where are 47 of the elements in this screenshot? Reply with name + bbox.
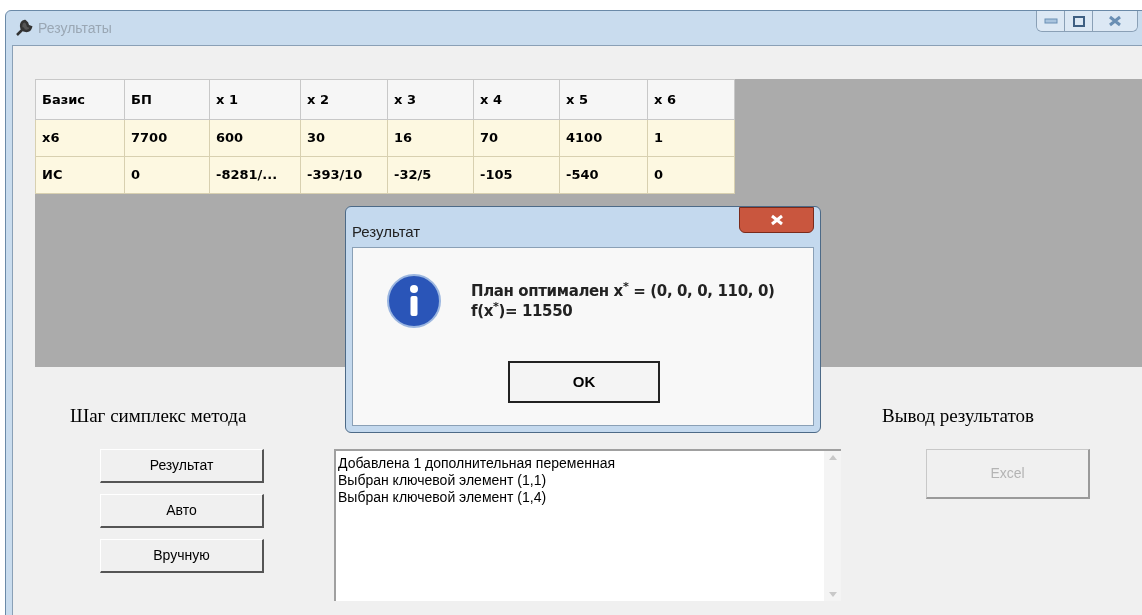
table-cell: 70 bbox=[473, 119, 560, 157]
action-button[interactable]: Авто bbox=[100, 494, 264, 528]
table-cell: 1 bbox=[647, 119, 735, 157]
table-cell: 0 bbox=[124, 156, 210, 194]
table-cell: -540 bbox=[559, 156, 648, 194]
maximize-icon bbox=[1072, 15, 1085, 27]
maximize-button[interactable] bbox=[1065, 11, 1093, 31]
action-button[interactable]: Результат bbox=[100, 449, 264, 483]
log-entry[interactable]: Выбран ключевой элемент (1,1) bbox=[338, 472, 824, 489]
log-entry[interactable]: Добавлена 1 дополнительная переменная bbox=[338, 455, 824, 472]
column-header: x 4 bbox=[473, 79, 560, 120]
close-button[interactable] bbox=[739, 207, 814, 233]
action-button[interactable]: Вручную bbox=[100, 539, 264, 573]
table-cell: 7700 bbox=[124, 119, 210, 157]
table-cell: 600 bbox=[209, 119, 301, 157]
scrollbar[interactable] bbox=[824, 451, 841, 601]
message-text: f(x$^{*}$)= 11550 bbox=[471, 301, 574, 321]
section-title: Шаг симплекс метода bbox=[70, 404, 247, 428]
column-header: БП bbox=[124, 79, 210, 120]
section-title: Вывод результатов bbox=[882, 404, 1034, 428]
message-text: План оптимален x$^{*}$ = (0, 0, 0, 110, 0) bbox=[471, 281, 775, 301]
dialog-title: Результат bbox=[352, 222, 421, 242]
close-icon bbox=[769, 214, 784, 226]
table-cell: -105 bbox=[473, 156, 560, 194]
table-cell: 16 bbox=[387, 119, 474, 157]
table-cell: -393/10 bbox=[300, 156, 388, 194]
table-cell: 0 bbox=[647, 156, 735, 194]
info-icon bbox=[386, 273, 442, 329]
window-title: Результаты bbox=[38, 18, 112, 38]
column-header: x 5 bbox=[559, 79, 648, 120]
column-header: Базис bbox=[35, 79, 125, 120]
ok-button[interactable]: OK bbox=[508, 361, 660, 403]
close-icon bbox=[1108, 15, 1122, 27]
table-cell: -32/5 bbox=[387, 156, 474, 194]
column-header: x 3 bbox=[387, 79, 474, 120]
table-cell: 4100 bbox=[559, 119, 648, 157]
scroll-up-icon bbox=[828, 455, 837, 460]
column-header: x 2 bbox=[300, 79, 388, 120]
log-entry[interactable]: Выбран ключевой элемент (1,4) bbox=[338, 489, 824, 506]
table-cell: ИС bbox=[35, 156, 125, 194]
table-cell: x6 bbox=[35, 119, 125, 157]
scroll-down-icon bbox=[828, 592, 837, 597]
minimize-icon bbox=[1043, 18, 1058, 24]
table-cell: -8281/... bbox=[209, 156, 301, 194]
table-cell: 30 bbox=[300, 119, 388, 157]
column-header: x 1 bbox=[209, 79, 301, 120]
column-header: x 6 bbox=[647, 79, 735, 120]
